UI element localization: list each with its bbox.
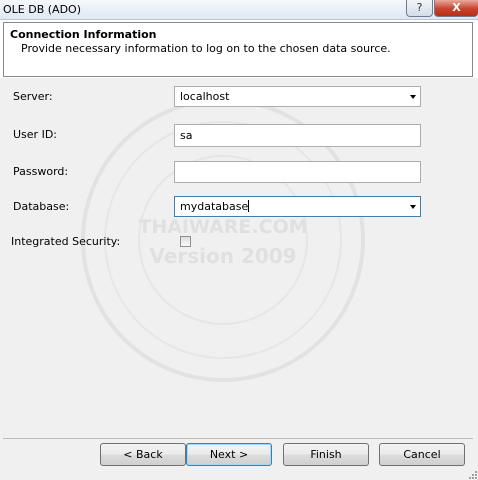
back-button[interactable]: < Back: [100, 443, 186, 466]
title-bar: OLE DB (ADO) ? X: [0, 0, 478, 20]
header-title: Connection Information: [10, 28, 157, 41]
server-label: Server:: [13, 90, 53, 103]
user-id-label: User ID:: [13, 128, 57, 141]
text-caret: [248, 200, 250, 212]
database-value: mydatabase: [180, 200, 249, 213]
header-subtitle: Provide necessary information to log on …: [21, 42, 391, 55]
next-button[interactable]: Next >: [186, 443, 272, 466]
resize-grip-icon[interactable]: [467, 469, 477, 479]
user-id-input[interactable]: sa: [174, 124, 421, 147]
integrated-security-checkbox[interactable]: [180, 236, 191, 247]
database-combobox[interactable]: mydatabase: [174, 196, 421, 217]
password-label: Password:: [13, 165, 69, 178]
dialog-header: Connection Information Provide necessary…: [3, 22, 473, 77]
chevron-down-icon[interactable]: [410, 205, 416, 209]
window-title: OLE DB (ADO): [3, 3, 81, 16]
help-button[interactable]: ?: [406, 0, 433, 17]
footer-divider: [3, 438, 473, 439]
database-label: Database:: [13, 200, 70, 213]
chevron-down-icon[interactable]: [410, 95, 416, 99]
server-value: localhost: [180, 90, 230, 103]
server-combobox[interactable]: localhost: [174, 86, 421, 107]
user-id-value: sa: [180, 129, 193, 142]
integrated-security-label: Integrated Security:: [11, 235, 121, 248]
password-input[interactable]: [174, 161, 421, 183]
finish-button[interactable]: Finish: [283, 443, 369, 466]
cancel-button[interactable]: Cancel: [379, 443, 465, 466]
close-button[interactable]: X: [434, 0, 478, 17]
